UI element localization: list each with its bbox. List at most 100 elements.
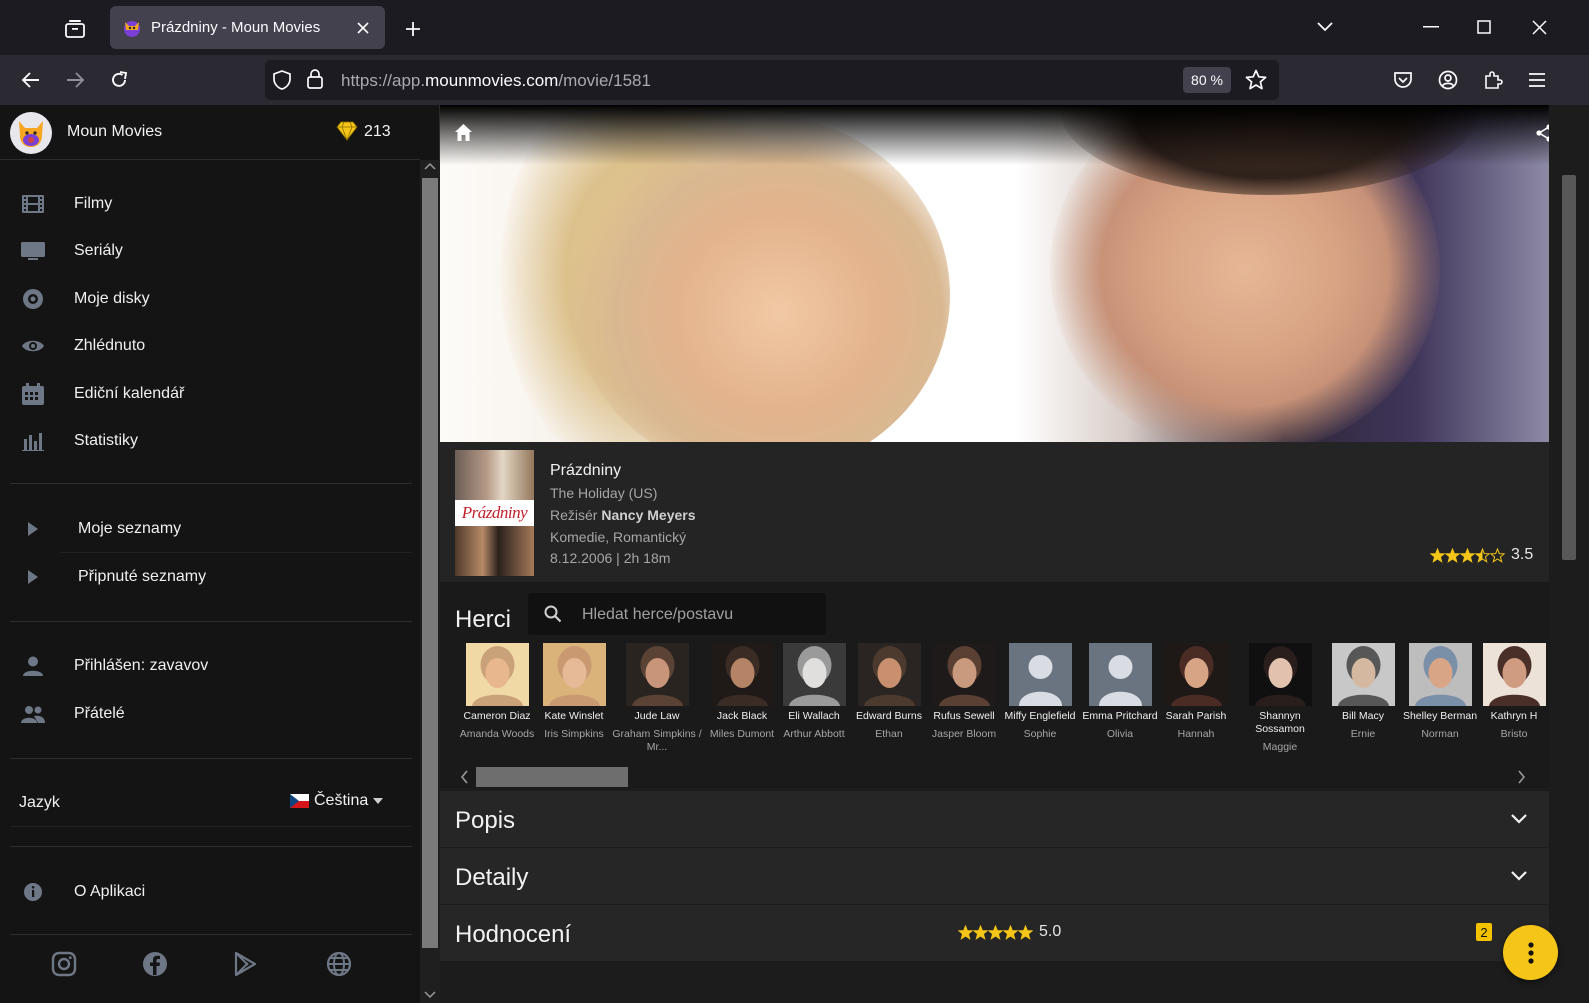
actor-card[interactable]: Miffy Englefield Sophie [999,643,1081,741]
browser-tab-active[interactable]: Prázdniny - Moun Movies [110,6,385,49]
details-section[interactable]: Detaily [440,848,1549,904]
sidebar-item-pripnute-seznamy[interactable]: Připnuté seznamy [0,553,415,600]
plus-icon [406,22,420,36]
forward-button[interactable] [58,63,92,97]
chevron-down-icon [1317,22,1333,32]
description-section[interactable]: Popis [440,791,1549,847]
ratings-title: Hodnocení [455,921,572,948]
actor-card[interactable]: Eli Wallach Arthur Abbott [778,643,850,741]
language-select[interactable]: Čeština [290,792,384,810]
actor-card[interactable]: Edward Burns Ethan [851,643,927,741]
star-filled-icon [1018,924,1033,940]
sidebar-item-o-aplikaci[interactable]: O Aplikaci [0,868,415,915]
cast-scrollbar[interactable] [455,765,1535,787]
sidebar-item-moje-disky[interactable]: Moje disky [0,275,415,322]
actor-card[interactable]: Shelley Berman Norman [1399,643,1481,741]
sidebar-item-filmy[interactable]: Filmy [0,180,415,227]
actor-role: Olivia [1106,728,1134,740]
movie-backdrop [440,105,1549,442]
back-button[interactable] [14,63,48,97]
reload-button[interactable] [102,63,136,97]
bookmark-button[interactable] [1245,69,1267,91]
sidebar-item-statistiky[interactable]: Statistiky [0,417,415,464]
sidebar-item-pratele[interactable]: Přátelé [0,690,415,737]
actor-card[interactable]: Kate Winslet Iris Simpkins [539,643,609,741]
cast-search-input[interactable]: Hledat herce/postavu [528,593,826,635]
home-button[interactable] [454,123,473,142]
movie-rating: 3.5 [1430,546,1533,564]
actor-card[interactable]: Jack Black Miles Dumont [707,643,777,741]
extensions-button[interactable] [1476,63,1510,97]
actor-card[interactable]: Kathryn H Bristo [1478,643,1550,741]
instagram-link[interactable] [48,948,80,980]
list-all-tabs-button[interactable] [1303,10,1347,44]
account-button[interactable] [1431,63,1465,97]
tab-overview-button[interactable] [58,12,92,46]
more-actions-button[interactable] [1503,925,1558,980]
puzzle-icon [1485,71,1503,89]
star-filled-icon [1445,547,1460,563]
website-link[interactable] [323,948,355,980]
actor-card[interactable]: Shannyn Sossamon Maggie [1235,643,1325,754]
sidebar-item-zhlednuto[interactable]: Zhlédnuto [0,322,415,369]
chevron-down-icon [1511,871,1527,881]
address-bar[interactable]: https://app.mounmovies.com/movie/1581 80… [265,60,1279,100]
actor-name: Jack Black [716,710,768,722]
actor-card[interactable]: Emma Pritchard Olivia [1079,643,1161,741]
actor-name: Kathryn H [1490,710,1538,722]
close-icon [357,21,369,34]
actor-role: Graham Simpkins / Mr... [612,728,702,753]
scroll-down-icon [424,991,436,999]
site-info-button[interactable] [307,69,323,89]
ratings-section[interactable]: Hodnocení 5.0 2 [440,905,1549,961]
instagram-icon [51,951,77,977]
scroll-left-icon [460,770,468,784]
movie-title: Prázdniny [550,462,622,479]
app-menu-button[interactable] [1520,63,1554,97]
pocket-button[interactable] [1386,63,1420,97]
new-tab-button[interactable] [398,14,428,44]
google-play-link[interactable] [230,948,262,980]
share-icon [1536,124,1549,142]
facebook-link[interactable] [139,948,171,980]
main-scrollbar[interactable] [1549,105,1589,1003]
sidebar-item-label: Ediční kalendář [74,384,185,402]
facebook-icon [143,952,167,976]
minimize-button[interactable] [1409,10,1453,44]
actor-name: Bill Macy [1341,710,1384,722]
ratings-score: 5.0 [958,923,1061,941]
sidebar-item-serialy[interactable]: Seriály [0,227,415,274]
rating-stars [1430,547,1505,563]
browser-nav-bar: https://app.mounmovies.com/movie/1581 80… [0,55,1589,105]
share-button[interactable] [1536,124,1549,142]
sidebar-item-label: Moje seznamy [78,519,182,537]
actor-card[interactable]: Jude Law Graham Simpkins / Mr... [609,643,705,754]
actor-card[interactable]: Rufus Sewell Jasper Bloom [928,643,1000,741]
main-scrollbar-thumb[interactable] [1562,175,1576,560]
tracking-protection-button[interactable] [273,70,291,90]
app-logo[interactable] [10,112,52,154]
sidebar-item-edicni-kalendar[interactable]: Ediční kalendář [0,370,415,417]
tab-close-button[interactable] [353,18,373,38]
star-filled-icon [1460,547,1475,563]
sidebar-item-user[interactable]: Přihlášen: zavavov [0,642,415,689]
zoom-level-button[interactable]: 80 % [1183,67,1231,93]
actor-card[interactable]: Cameron Diaz Amanda Woods [454,643,540,741]
actor-card[interactable]: Sarah Parish Hannah [1161,643,1231,741]
actor-photo [1408,643,1472,706]
sidebar-scrollbar-thumb[interactable] [422,178,438,948]
actor-role: Arthur Abbott [783,728,845,740]
movie-info-panel: Prázdniny Prázdniny The Holiday (US) Rež… [440,442,1549,582]
cast-scrollbar-thumb[interactable] [476,767,628,787]
director-name[interactable]: Nancy Meyers [601,507,695,523]
actor-photo [782,643,846,706]
cast-section: Herci Hledat herce/postavu Cameron Diaz A… [440,582,1549,788]
maximize-button[interactable] [1462,10,1506,44]
movie-poster[interactable]: Prázdniny [455,450,534,576]
sidebar-scrollbar[interactable] [420,160,440,1003]
movie-genres: Komedie, Romantický [550,529,687,545]
hamburger-icon [1529,73,1545,87]
actor-card[interactable]: Bill Macy Ernie [1329,643,1397,741]
close-window-button[interactable] [1517,10,1561,44]
sidebar-item-moje-seznamy[interactable]: Moje seznamy [0,505,415,552]
